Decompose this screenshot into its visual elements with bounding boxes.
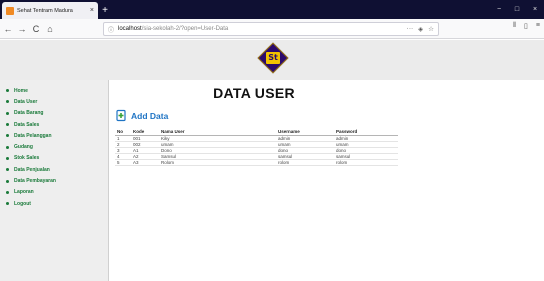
browser-navbar: ← → C ⌂ ⓘ localhost /sia-sekolah-2/?open…	[0, 19, 544, 39]
address-bar[interactable]: ⓘ localhost /sia-sekolah-2/?open=User-Da…	[103, 22, 439, 36]
sidebar-item-data-pelanggan[interactable]: Data Pelanggan	[0, 130, 108, 141]
sidebar-item-label: Data Sales	[14, 121, 40, 128]
bullet-icon	[6, 100, 9, 104]
url-path: /sia-sekolah-2/?open=User-Data	[141, 26, 229, 32]
bullet-icon	[6, 145, 9, 149]
table-row[interactable]: 5 A3 Rolom rolom rolom	[115, 159, 398, 166]
sidebar-item-label: Home	[14, 87, 28, 94]
back-icon[interactable]: ←	[2, 24, 14, 34]
bullet-icon	[6, 89, 9, 93]
bullet-icon	[6, 179, 9, 183]
site-header: St	[0, 40, 544, 80]
sidebar-item-stok-sales[interactable]: Stok Sales	[0, 153, 108, 164]
bullet-icon	[6, 202, 9, 206]
sidebar-item-label: Stok Sales	[14, 155, 40, 162]
sidebar-item-label: Gudang	[14, 144, 33, 151]
sidebar-menu: Home Data User Data Barang Data Sales Data P…	[0, 80, 108, 209]
browser-tab[interactable]: Sehat Tentram Madura ×	[2, 2, 98, 19]
main-content: DATA USER Add Data No Kode Nama User Use…	[110, 80, 544, 281]
cell-password: rolom	[334, 159, 398, 166]
cell-no: 5	[115, 159, 131, 166]
add-data-button[interactable]: Add Data	[115, 109, 168, 122]
logo-text: St	[266, 52, 280, 64]
table-body: 1 001 Kiky admin admin 2 002 umam umam umam 3 A1 Don…	[115, 135, 398, 166]
sidebar-item-label: Logout	[14, 200, 31, 207]
window-controls: − □ ×	[490, 0, 544, 19]
sidebar-item-laporan[interactable]: Laporan	[0, 187, 108, 198]
minimize-icon[interactable]: −	[490, 6, 508, 13]
sidebar-item-data-barang[interactable]: Data Barang	[0, 108, 108, 119]
bullet-icon	[6, 156, 9, 160]
toolbar-right: ⫴ ▯ ≡	[513, 22, 544, 30]
tab-title: Sehat Tentram Madura	[17, 7, 73, 14]
site-logo: St	[255, 40, 291, 76]
sidebar-toggle-icon[interactable]: ▯	[524, 22, 528, 30]
add-data-label: Add Data	[131, 110, 169, 121]
bullet-icon	[6, 190, 9, 194]
user-table: No Kode Nama User Username Password 1 001…	[115, 129, 398, 166]
tab-close-icon[interactable]: ×	[90, 7, 94, 14]
menu-icon[interactable]: ≡	[536, 22, 540, 30]
sidebar-item-label: Data Pelanggan	[14, 132, 52, 139]
sidebar-item-data-user[interactable]: Data User	[0, 96, 108, 107]
bullet-icon	[6, 168, 9, 172]
cell-username: rolom	[276, 159, 334, 166]
bookmark-star-icon[interactable]: ☆	[428, 25, 434, 33]
url-host: localhost	[118, 26, 142, 32]
home-icon[interactable]: ⌂	[44, 24, 56, 34]
sidebar-item-label: Data User	[14, 98, 38, 105]
sidebar-item-logout[interactable]: Logout	[0, 198, 108, 209]
sidebar: Home Data User Data Barang Data Sales Data P…	[0, 80, 109, 281]
cell-kode: A3	[131, 159, 159, 166]
bullet-icon	[6, 134, 9, 138]
forward-icon[interactable]: →	[16, 24, 28, 34]
address-bar-actions: ··· ◈ ☆	[407, 25, 434, 33]
sidebar-item-home[interactable]: Home	[0, 85, 108, 96]
reload-icon[interactable]: C	[30, 24, 42, 34]
new-tab-button[interactable]: +	[98, 2, 112, 19]
page-title: DATA USER	[213, 85, 295, 101]
sidebar-item-label: Data Barang	[14, 110, 44, 117]
sidebar-item-gudang[interactable]: Gudang	[0, 141, 108, 152]
browser-tabbar: Sehat Tentram Madura × + − □ ×	[0, 0, 544, 19]
bullet-icon	[6, 111, 9, 115]
close-window-icon[interactable]: ×	[526, 6, 544, 13]
page-actions-icon[interactable]: ···	[407, 25, 414, 33]
sidebar-item-data-penjualan[interactable]: Data Penjualan	[0, 164, 108, 175]
cell-nama-user: Rolom	[159, 159, 276, 166]
bullet-icon	[6, 123, 9, 127]
favicon-icon	[6, 6, 14, 15]
add-document-icon	[116, 109, 126, 122]
sidebar-item-data-pembayaran[interactable]: Data Pembayaran	[0, 175, 108, 186]
sidebar-item-label: Data Pembayaran	[14, 178, 56, 185]
pocket-icon[interactable]: ◈	[418, 25, 423, 33]
maximize-icon[interactable]: □	[508, 6, 526, 13]
info-icon[interactable]: ⓘ	[108, 25, 114, 34]
library-icon[interactable]: ⫴	[513, 22, 516, 30]
sidebar-item-label: Laporan	[14, 189, 34, 196]
sidebar-item-data-sales[interactable]: Data Sales	[0, 119, 108, 130]
sidebar-item-label: Data Penjualan	[14, 166, 50, 173]
